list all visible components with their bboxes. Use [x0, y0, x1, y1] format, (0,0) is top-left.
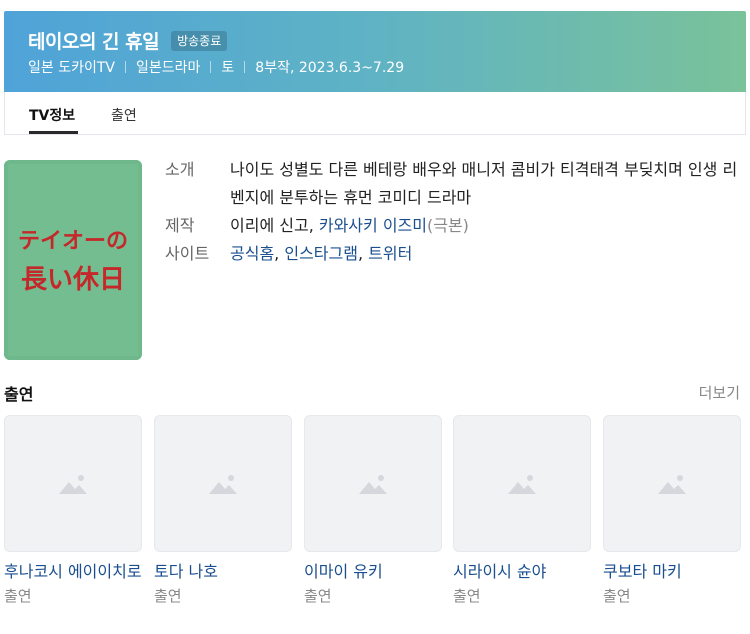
site-row: 사이트 공식홈, 인스타그램, 트위터	[165, 240, 745, 268]
image-placeholder-icon	[508, 474, 536, 494]
cast-photo-placeholder[interactable]	[603, 415, 741, 552]
cast-role: 출연	[603, 587, 631, 605]
cast-name[interactable]: 토다 나호	[154, 562, 292, 582]
tab-bar: TV정보 출연	[4, 92, 746, 135]
site-link-official[interactable]: 공식홈	[230, 244, 274, 263]
production-person-1: 이리에 신고	[230, 216, 309, 235]
intro-row: 소개 나이도 성별도 다른 베테랑 배우와 매니저 콤비가 티격태격 부딪치며 …	[165, 156, 745, 212]
site-links: 공식홈, 인스타그램, 트위터	[230, 244, 413, 263]
image-placeholder-icon	[209, 474, 237, 494]
cast-photo-placeholder[interactable]	[154, 415, 292, 552]
cast-card[interactable]: 후나코시 에이이치로 출연	[4, 415, 142, 606]
divider	[124, 61, 126, 73]
meta-channel[interactable]: 일본 도카이TV	[28, 57, 115, 77]
cast-photo-placeholder[interactable]	[4, 415, 142, 552]
cast-role: 출연	[4, 587, 32, 605]
cast-role: 출연	[154, 587, 182, 605]
cast-name[interactable]: 이마이 유키	[304, 562, 442, 582]
cast-photo-placeholder[interactable]	[304, 415, 442, 552]
meta-day: 토	[221, 60, 235, 76]
cast-card[interactable]: 이마이 유키 출연	[304, 415, 442, 606]
poster-title-line2: 長い休日	[21, 265, 125, 295]
image-placeholder-icon	[658, 474, 686, 494]
cast-name[interactable]: 쿠보타 마키	[603, 562, 741, 582]
divider	[244, 61, 246, 73]
site-link-instagram[interactable]: 인스타그램	[284, 244, 358, 263]
cast-photo-placeholder[interactable]	[453, 415, 591, 552]
cast-role: 출연	[453, 587, 481, 605]
program-meta: 일본 도카이TV 일본드라마 토 8부작, 2023.6.3~7.29	[28, 57, 404, 77]
cast-section-title: 출연	[4, 385, 34, 404]
more-link[interactable]: 더보기	[699, 382, 740, 403]
intro-text: 나이도 성별도 다른 베테랑 배우와 매니저 콤비가 티격태격 부딪치며 인생 …	[230, 160, 738, 207]
program-info: 소개 나이도 성별도 다른 베테랑 배우와 매니저 콤비가 티격태격 부딪치며 …	[165, 156, 745, 268]
cast-card[interactable]: 시라이시 슌야 출연	[453, 415, 591, 606]
poster-image[interactable]: テイオーの 長い休日	[4, 160, 142, 360]
divider	[210, 61, 212, 73]
cast-card[interactable]: 쿠보타 마키 출연	[603, 415, 741, 606]
cast-name[interactable]: 시라이시 슌야	[453, 562, 591, 582]
production-role: (극본)	[427, 216, 469, 235]
tab-cast[interactable]: 출연	[111, 105, 137, 125]
intro-label: 소개	[165, 160, 195, 179]
poster-title-line1: テイオーの	[18, 229, 128, 254]
production-row: 제작 이리에 신고, 카와사키 이즈미(극본)	[165, 212, 745, 240]
site-link-twitter[interactable]: 트위터	[368, 244, 412, 263]
cast-card[interactable]: 토다 나호 출연	[154, 415, 292, 606]
cast-name[interactable]: 후나코시 에이이치로	[4, 562, 144, 582]
image-placeholder-icon	[359, 474, 387, 494]
cast-role: 출연	[304, 587, 332, 605]
title-row: 테이오의 긴 휴일 방송종료	[28, 27, 228, 54]
production-label: 제작	[165, 216, 195, 235]
status-badge: 방송종료	[171, 30, 228, 51]
meta-episodes-dates: 8부작, 2023.6.3~7.29	[255, 60, 405, 76]
cast-list: 후나코시 에이이치로 출연 토다 나호 출연 이마이 유키 출연 시라이시 슌야…	[4, 415, 746, 634]
active-tab-indicator	[29, 131, 78, 134]
production-person-2[interactable]: 카와사키 이즈미	[319, 216, 427, 235]
tab-tv-info[interactable]: TV정보	[29, 105, 75, 125]
program-header: 테이오의 긴 휴일 방송종료 일본 도카이TV 일본드라마 토 8부작, 202…	[4, 11, 746, 92]
image-placeholder-icon	[59, 474, 87, 494]
meta-genre[interactable]: 일본드라마	[136, 57, 200, 77]
site-label: 사이트	[165, 244, 210, 263]
program-title[interactable]: 테이오의 긴 휴일	[28, 27, 160, 54]
production-value: 이리에 신고, 카와사키 이즈미(극본)	[230, 216, 469, 235]
